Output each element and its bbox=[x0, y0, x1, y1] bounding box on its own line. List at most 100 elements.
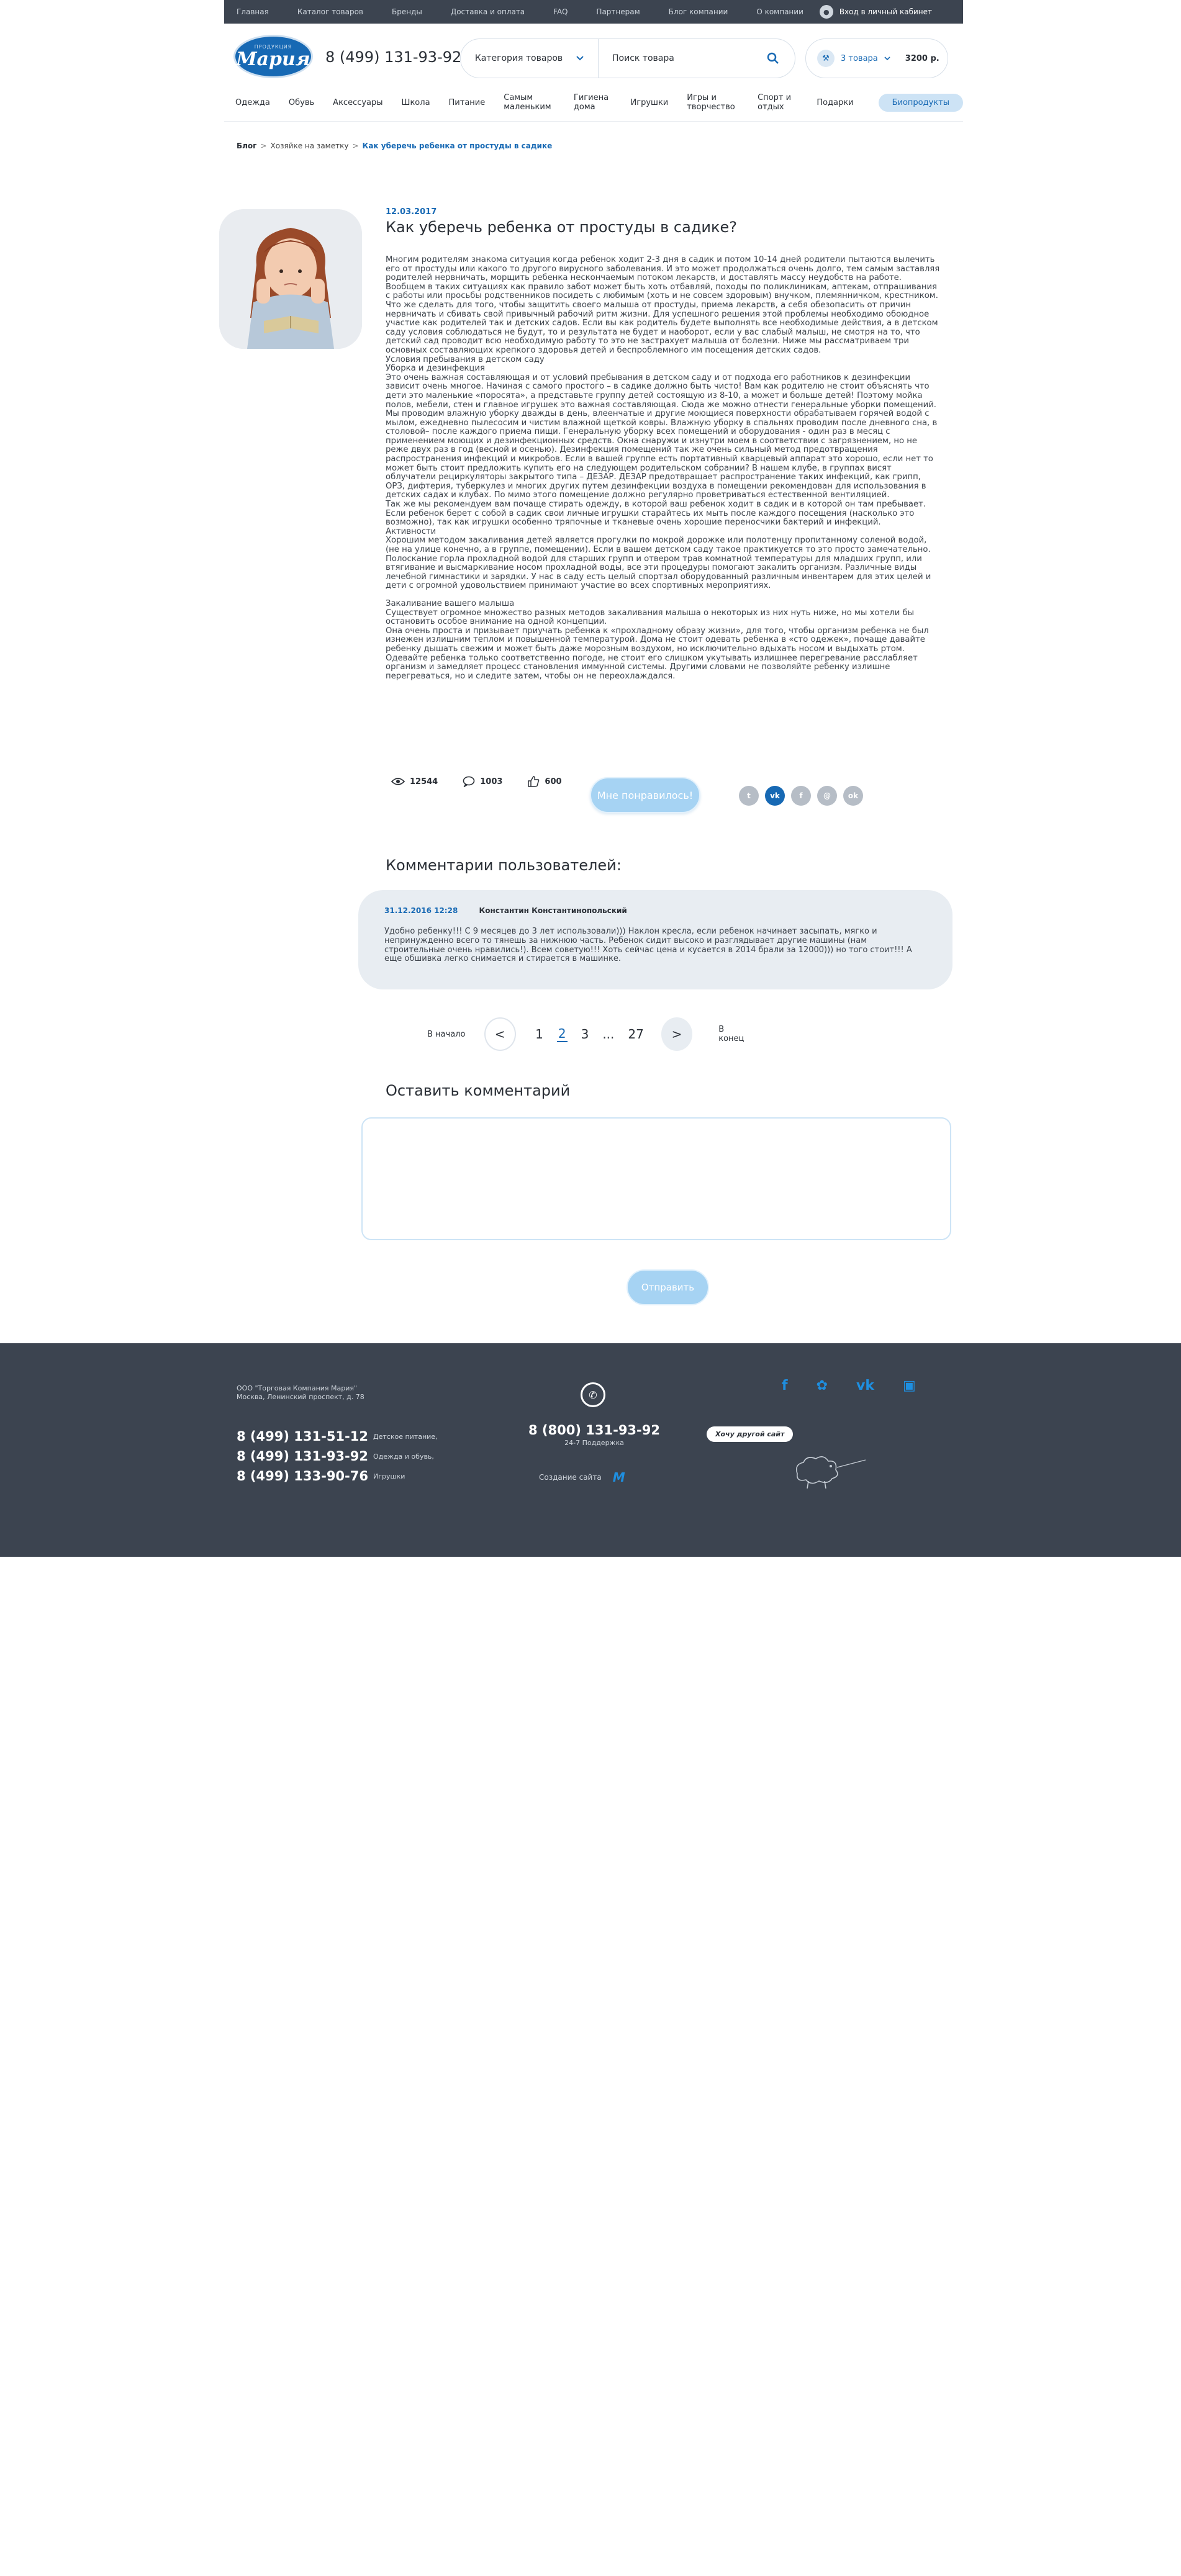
header: ПРОДУКЦИЯ Мария 8 (499) 131-93-92 Катего… bbox=[224, 24, 963, 122]
support-phone[interactable]: 8 (800) 131-93-92 bbox=[528, 1423, 660, 1438]
instagram-icon[interactable]: ▣ bbox=[903, 1378, 916, 1394]
likes-stat[interactable]: 600 bbox=[527, 776, 562, 787]
category-school[interactable]: Школа bbox=[402, 98, 430, 107]
category-clothes[interactable]: Одежда bbox=[235, 98, 270, 107]
top-nav-delivery[interactable]: Доставка и оплата bbox=[451, 7, 525, 16]
comment-card: 31.12.2016 12:28 Константин Константиноп… bbox=[358, 890, 952, 989]
vk-icon[interactable]: vk bbox=[856, 1378, 874, 1394]
footer-phone[interactable]: 8 (499) 133-90-76 bbox=[237, 1469, 373, 1484]
pagination-page[interactable]: 3 bbox=[581, 1027, 589, 1042]
top-nav-catalog[interactable]: Каталог товаров bbox=[297, 7, 363, 16]
odnoklassniki-share-icon[interactable]: ok bbox=[843, 786, 863, 806]
cart-sum: 3200 р. bbox=[905, 53, 939, 63]
eye-icon bbox=[391, 778, 405, 785]
category-food[interactable]: Питание bbox=[449, 98, 486, 107]
views-stat: 12544 bbox=[391, 777, 438, 786]
child-reading-illustration bbox=[219, 209, 362, 349]
article-paragraph: Существует огромное множество разных мет… bbox=[386, 608, 915, 627]
share-buttons: t vk f @ ok bbox=[739, 786, 863, 806]
category-bioproducts[interactable]: Биопродукты bbox=[878, 93, 963, 112]
chat-icon[interactable]: ✆ bbox=[581, 1382, 605, 1407]
facebook-icon[interactable]: f bbox=[782, 1378, 788, 1394]
vk-share-icon[interactable]: vk bbox=[765, 786, 785, 806]
pagination-first[interactable]: В начало bbox=[427, 1030, 484, 1039]
breadcrumb-current: Как уберечь ребенка от простуды в садике bbox=[362, 142, 553, 150]
login-link[interactable]: ● Вход в личный кабинет bbox=[819, 0, 932, 24]
top-nav-brands[interactable]: Бренды bbox=[392, 7, 422, 16]
top-bar: Главная Каталог товаров Бренды Доставка … bbox=[224, 0, 963, 24]
leave-comment-heading: Оставить комментарий bbox=[386, 1082, 571, 1099]
category-games[interactable]: Игры и творчество bbox=[687, 93, 739, 112]
category-sport[interactable]: Спорт и отдых bbox=[758, 93, 798, 112]
footer-phone[interactable]: 8 (499) 131-51-12 bbox=[237, 1429, 373, 1444]
footer-phone-row: 8 (499) 131-51-12 Детское питание, bbox=[237, 1426, 438, 1446]
search-button[interactable] bbox=[751, 39, 795, 78]
search-bar: Категория товаров bbox=[460, 38, 795, 78]
category-accessories[interactable]: Аксессуары bbox=[333, 98, 382, 107]
footer-phones: 8 (499) 131-51-12 Детское питание, 8 (49… bbox=[237, 1426, 438, 1486]
breadcrumb-separator: > bbox=[260, 142, 267, 150]
article-paragraph: Так же мы рекомендуем вам почаще стирать… bbox=[386, 500, 926, 528]
email-share-icon[interactable]: @ bbox=[817, 786, 837, 806]
category-hygiene[interactable]: Гигиена дома bbox=[574, 93, 612, 112]
speech-bubble[interactable]: Хочу другой сайт bbox=[707, 1426, 794, 1442]
chevron-down-icon bbox=[576, 56, 584, 61]
developer-logo-icon[interactable]: M bbox=[613, 1470, 625, 1485]
category-toys[interactable]: Игрушки bbox=[631, 98, 669, 107]
category-nav: Одежда Обувь Аксессуары Школа Питание Са… bbox=[235, 93, 963, 112]
cart-items: 3 товара bbox=[841, 53, 878, 63]
footer: ООО "Торговая Компания Мария" Москва, Ле… bbox=[0, 1343, 1181, 1557]
category-gifts[interactable]: Подарки bbox=[817, 98, 853, 107]
pagination-prev[interactable]: < bbox=[484, 1017, 516, 1051]
submit-comment-button[interactable]: Отправить bbox=[627, 1269, 709, 1305]
breadcrumb-section[interactable]: Хозяйке на заметку bbox=[271, 142, 349, 150]
footer-socials: f ✿ vk ▣ bbox=[782, 1378, 916, 1394]
top-nav-blog[interactable]: Блог компании bbox=[669, 7, 728, 16]
category-babies[interactable]: Самым маленьким bbox=[504, 93, 555, 112]
thumbs-up-icon bbox=[528, 776, 540, 787]
top-nav-home[interactable]: Главная bbox=[237, 7, 269, 16]
article-paragraph: Хорошим методом закаливания детей являет… bbox=[386, 536, 931, 591]
login-label: Вход в личный кабинет bbox=[839, 7, 932, 16]
header-phone[interactable]: 8 (499) 131-93-92 bbox=[325, 48, 461, 66]
article-paragraph: Активности bbox=[386, 526, 437, 536]
comment-meta: 31.12.2016 12:28 Константин Константиноп… bbox=[384, 906, 926, 915]
pagination-page-active[interactable]: 2 bbox=[556, 1026, 568, 1042]
user-icon: ● bbox=[819, 5, 833, 19]
like-button[interactable]: Мне понравилось! bbox=[590, 777, 700, 813]
footer-phone[interactable]: 8 (499) 131-93-92 bbox=[237, 1449, 373, 1464]
footer-company: ООО "Торговая Компания Мария" Москва, Ле… bbox=[237, 1384, 364, 1402]
footer-phone-row: 8 (499) 133-90-76 Игрушки bbox=[237, 1466, 438, 1486]
top-nav-partners[interactable]: Партнерам bbox=[596, 7, 640, 16]
facebook-share-icon[interactable]: f bbox=[791, 786, 811, 806]
cart-icon: ⚒ bbox=[817, 50, 835, 67]
footer-phone-label: Детское питание, bbox=[373, 1432, 438, 1441]
twitter-icon[interactable]: ✿ bbox=[817, 1378, 828, 1394]
pagination-last[interactable]: В конец bbox=[718, 1025, 750, 1043]
footer-phone-row: 8 (499) 131-93-92 Одежда и обувь, bbox=[237, 1446, 438, 1466]
logo[interactable]: ПРОДУКЦИЯ Мария bbox=[233, 35, 313, 78]
cart-widget[interactable]: ⚒ 3 товара 3200 р. bbox=[805, 38, 948, 78]
category-shoes[interactable]: Обувь bbox=[289, 98, 314, 107]
pagination-next[interactable]: > bbox=[661, 1017, 693, 1051]
comment-textarea[interactable] bbox=[361, 1117, 951, 1240]
breadcrumb: Блог > Хозяйке на заметку > Как уберечь ребе… bbox=[237, 142, 552, 150]
category-select[interactable]: Категория товаров bbox=[461, 39, 599, 78]
article-date: 12.03.2017 bbox=[386, 207, 437, 217]
pagination-ellipsis: ... bbox=[602, 1027, 615, 1042]
search-input[interactable] bbox=[599, 39, 751, 78]
support-label: 24-7 Поддержка bbox=[564, 1439, 624, 1447]
top-nav-faq[interactable]: FAQ bbox=[553, 7, 568, 16]
top-nav: Главная Каталог товаров Бренды Доставка … bbox=[237, 0, 803, 24]
comments-heading: Комментарии пользователей: bbox=[386, 857, 622, 874]
article-paragraph: Закаливание вашего малыша bbox=[386, 598, 515, 608]
pagination-page[interactable]: 1 bbox=[535, 1027, 543, 1042]
pagination-page[interactable]: 27 bbox=[628, 1027, 643, 1042]
twitter-share-icon[interactable]: t bbox=[739, 786, 759, 806]
top-nav-about[interactable]: О компании bbox=[756, 7, 803, 16]
breadcrumb-root[interactable]: Блог bbox=[237, 142, 256, 150]
article-paragraph: Условия пребывания в детском саду bbox=[386, 354, 545, 364]
footer-company-name: ООО "Торговая Компания Мария" bbox=[237, 1384, 358, 1392]
article-paragraph: Уборка и дезинфекция bbox=[386, 364, 485, 374]
